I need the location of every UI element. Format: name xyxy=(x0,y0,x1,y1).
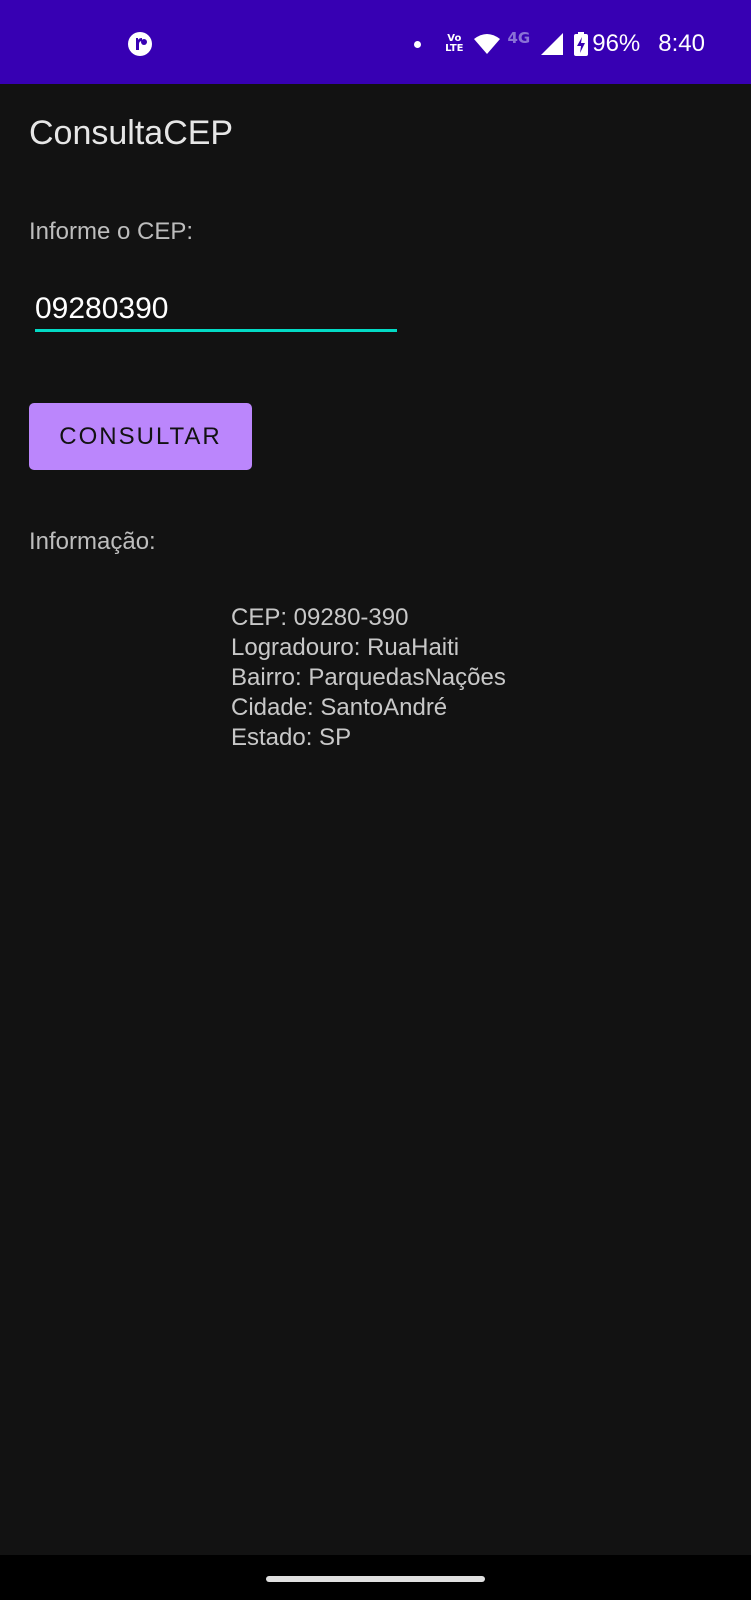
result-state-line: Estado: SP xyxy=(231,724,352,751)
result-neighborhood-line: Bairro: ParquedasNações xyxy=(231,664,506,691)
battery-charging-icon xyxy=(574,32,589,56)
cep-input[interactable] xyxy=(35,288,397,332)
result-text: CEP: 09280-390 Logradouro: RuaHaiti Bair… xyxy=(231,603,506,753)
consult-button[interactable]: CONSULTAR xyxy=(29,403,252,470)
info-label: Informação: xyxy=(29,528,156,555)
app-notification-icon xyxy=(128,32,152,56)
navigation-bar xyxy=(0,1555,751,1600)
result-city-line: Cidade: SantoAndré xyxy=(231,694,448,721)
status-icons: Vo LTE 4G 96% 8:40 xyxy=(414,26,705,62)
network-type-label: 4G xyxy=(507,29,531,47)
volte-icon: Vo LTE xyxy=(445,34,463,54)
home-gesture-handle[interactable] xyxy=(266,1576,485,1582)
status-bar: Vo LTE 4G 96% 8:40 xyxy=(0,0,751,84)
notification-dot-icon xyxy=(414,40,422,48)
result-street-line: Logradouro: RuaHaiti xyxy=(231,634,460,661)
volte-bottom-label: LTE xyxy=(445,43,464,54)
wifi-icon xyxy=(474,34,501,54)
page-title: ConsultaCEP xyxy=(29,114,234,152)
result-cep-line: CEP: 09280-390 xyxy=(231,604,409,631)
clock-time: 8:40 xyxy=(658,30,705,57)
cep-prompt-label: Informe o CEP: xyxy=(29,218,194,245)
signal-icon xyxy=(541,33,564,55)
battery-percent: 96% xyxy=(592,30,641,57)
